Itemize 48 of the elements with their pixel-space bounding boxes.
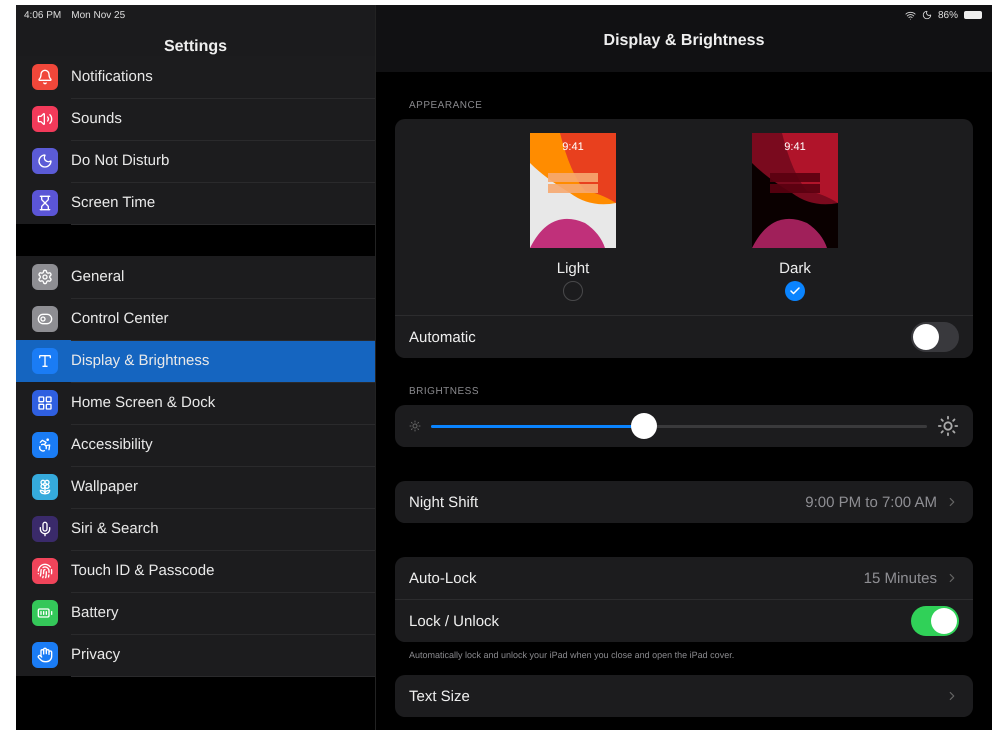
option-label: Dark [779, 260, 811, 277]
sidebar-item[interactable]: Notifications [16, 56, 375, 98]
status-date: Mon Nov 25 [71, 10, 126, 20]
sidebar-item[interactable]: Do Not Disturb [16, 140, 375, 182]
bright-sun-icon [937, 415, 959, 437]
battery-icon [964, 11, 982, 19]
brightness-slider[interactable] [431, 413, 927, 439]
row-value: 9:00 PM to 7:00 AM [805, 494, 937, 510]
sidebar-item[interactable]: Siri & Search [16, 508, 375, 550]
battery-percent: 86% [938, 10, 958, 20]
sidebar-title: Settings [162, 38, 228, 56]
sidebar-item[interactable]: Home Screen & Dock [16, 382, 375, 424]
row-label: Auto-Lock [409, 570, 478, 586]
radio-button[interactable] [785, 281, 805, 301]
row-label: Lock / Unlock [409, 612, 500, 630]
preview-time: 9:41 [783, 141, 807, 153]
night-shift-card[interactable]: Night Shift 9:00 PM to 7:00 AM [395, 481, 973, 523]
row-value: 15 Minutes [864, 570, 937, 586]
moon-icon [922, 10, 932, 20]
section-header: BRIGHTNESS [408, 385, 480, 399]
toggle-switch[interactable] [911, 606, 959, 636]
option-label: Light [556, 260, 590, 277]
row-label: Automatic [409, 328, 477, 346]
section-header: APPEARANCE [408, 99, 484, 113]
footnote-text: Automatically lock and unlock your iPad when you close and open the iPad cover. [408, 649, 736, 662]
text-size-card[interactable]: Text Size [395, 675, 973, 717]
appearance-preview[interactable]: 9:41 [530, 133, 616, 248]
sidebar-item[interactable]: Touch ID & Passcode [16, 550, 375, 592]
sidebar-item[interactable]: Accessibility [16, 424, 375, 466]
sidebar-item[interactable]: General [16, 256, 375, 298]
appearance-preview[interactable]: 9:41 [752, 133, 838, 248]
preview-time: 9:41 [561, 141, 585, 153]
radio-button[interactable] [563, 281, 583, 301]
row-label: Night Shift [409, 494, 480, 510]
sidebar-item[interactable]: Sounds [16, 98, 375, 140]
sidebar-item[interactable]: Wallpaper [16, 466, 375, 508]
checkmark-icon [789, 285, 801, 297]
row-label: Text Size [409, 688, 471, 704]
sidebar-item[interactable]: Privacy [16, 634, 375, 676]
slider-thumb[interactable] [631, 413, 658, 439]
toggle-switch[interactable] [911, 322, 959, 352]
sidebar-item[interactable]: Battery [16, 592, 375, 634]
wifi-icon [904, 10, 916, 20]
sidebar-item[interactable]: Display & Brightness [16, 340, 375, 382]
page-title: Display & Brightness [602, 32, 766, 50]
sidebar-item[interactable]: Screen Time [16, 182, 375, 224]
status-time: 4:06 PM [24, 10, 62, 20]
dim-sun-icon [409, 420, 421, 432]
